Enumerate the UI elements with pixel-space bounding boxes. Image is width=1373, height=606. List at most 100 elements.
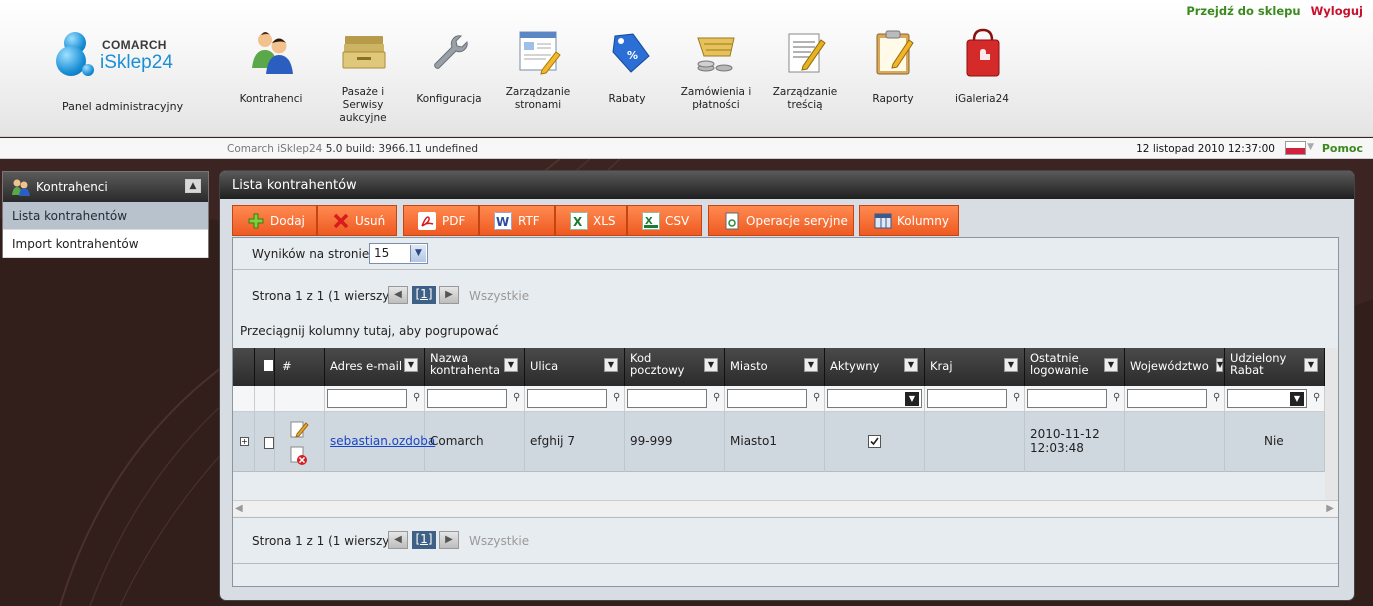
column-menu-icon[interactable]: ▼	[404, 358, 418, 372]
contractor-name: Comarch	[430, 434, 484, 448]
filter-last-login-input[interactable]	[1027, 389, 1107, 408]
contractor-email-link[interactable]: sebastian.ozdoba	[330, 434, 435, 448]
filter-icon[interactable]: ⚲	[813, 392, 822, 404]
header-city[interactable]: Miasto ▼	[725, 348, 825, 386]
export-csv-button[interactable]: X CSV	[627, 205, 702, 236]
header-name[interactable]: Nazwa kontrahenta ▼	[425, 348, 525, 386]
next-page-button[interactable]: ▶	[439, 286, 459, 304]
logout-link[interactable]: Wyloguj	[1311, 4, 1363, 18]
filter-icon[interactable]: ⚲	[1113, 392, 1122, 404]
go-to-shop-link[interactable]: Przejdź do sklepu	[1186, 4, 1300, 18]
nav-raporty[interactable]: Raporty	[853, 20, 933, 120]
export-xls-button[interactable]: X XLS	[555, 205, 627, 236]
comarch-isklep24-logo[interactable]: COMARCH iSklep24	[52, 28, 182, 86]
filter-city-input[interactable]	[727, 389, 807, 408]
current-page-link[interactable]: [1]	[412, 531, 436, 549]
help-link[interactable]: Pomoc	[1322, 142, 1363, 155]
columns-button[interactable]: Kolumny	[859, 205, 959, 236]
filter-spacer	[233, 386, 255, 412]
select-all-checkbox[interactable]	[264, 360, 273, 371]
row-checkbox[interactable]	[264, 437, 274, 449]
scroll-right-icon[interactable]: ▶	[1326, 503, 1334, 514]
discount-tag-icon: %	[612, 33, 650, 73]
nav-kontrahenci[interactable]: Kontrahenci	[231, 20, 311, 120]
filter-icon[interactable]: ⚲	[1013, 392, 1022, 404]
nav-rabaty[interactable]: % Rabaty	[587, 20, 667, 120]
column-menu-icon[interactable]: ▼	[704, 358, 718, 372]
filter-discount-select[interactable]: ▼	[1227, 389, 1307, 408]
sidebar-item-import-kontrahentow[interactable]: Import kontrahentów	[3, 230, 208, 258]
nav-pasaze-serwisy[interactable]: Pasaże i Serwisy aukcyjne	[323, 20, 403, 124]
active-checkbox-checked	[868, 435, 881, 448]
export-rtf-button[interactable]: W RTF	[479, 205, 555, 236]
language-flag-icon[interactable]	[1285, 141, 1306, 155]
column-menu-icon[interactable]: ▼	[504, 358, 518, 372]
contractor-zip: 99-999	[630, 434, 673, 448]
logo-product-text: iSklep24	[100, 52, 173, 73]
contractors-grid: # Adres e-mail ▼ Nazwa kontrahenta ▼ Uli…	[233, 348, 1325, 514]
filter-zip-input[interactable]	[627, 389, 707, 408]
column-menu-icon[interactable]: ▼	[904, 358, 918, 372]
filter-region-input[interactable]	[1127, 389, 1207, 408]
header-last-login[interactable]: Ostatnie logowanie ▼	[1025, 348, 1125, 386]
filter-active-select[interactable]: ▼	[827, 389, 922, 408]
column-menu-icon[interactable]: ▼	[1004, 358, 1018, 372]
previous-page-button[interactable]: ◀	[388, 531, 408, 549]
header-discount[interactable]: Udzielony Rabat ▼	[1225, 348, 1325, 386]
scroll-left-icon[interactable]: ◀	[235, 503, 243, 514]
horizontal-scrollbar[interactable]: ◀ ▶	[233, 500, 1338, 516]
show-all-link[interactable]: Wszystkie	[469, 534, 529, 548]
page-title: Lista kontrahentów	[220, 171, 1354, 199]
filter-city: ⚲	[725, 386, 825, 412]
column-menu-icon[interactable]: ▼	[1104, 358, 1118, 372]
batch-operations-button[interactable]: Operacje seryjne	[708, 205, 854, 236]
top-links: Przejdź do sklepu Wyloguj	[1180, 4, 1363, 18]
filter-icon[interactable]: ⚲	[413, 392, 422, 404]
next-page-button[interactable]: ▶	[439, 531, 459, 549]
show-all-link[interactable]: Wszystkie	[469, 289, 529, 303]
language-dropdown-icon[interactable]: ▼	[1307, 142, 1314, 152]
export-pdf-button[interactable]: PDF	[403, 205, 479, 236]
header-street[interactable]: Ulica ▼	[525, 348, 625, 386]
nav-igaleria24[interactable]: iGaleria24	[942, 20, 1022, 120]
filter-icon[interactable]: ⚲	[513, 392, 522, 404]
column-menu-icon[interactable]: ▼	[804, 358, 818, 372]
filter-country-input[interactable]	[927, 389, 1007, 408]
column-menu-icon[interactable]: ▼	[604, 358, 618, 372]
chevron-down-icon: ▼	[905, 392, 919, 406]
filter-icon[interactable]: ⚲	[1313, 392, 1322, 404]
filter-icon[interactable]: ⚲	[1213, 392, 1222, 404]
header-zip[interactable]: Kod pocztowy ▼	[625, 348, 725, 386]
header-active[interactable]: Aktywny ▼	[825, 348, 925, 386]
delete-button[interactable]: Usuń	[317, 205, 397, 236]
filter-street: ⚲	[525, 386, 625, 412]
table-row[interactable]: + sebastian.ozdoba Comarch efghij 7 99-9…	[233, 412, 1325, 472]
header-expand-col	[233, 348, 255, 386]
filter-icon[interactable]: ⚲	[613, 392, 622, 404]
filter-email-input[interactable]	[327, 389, 407, 408]
header-email[interactable]: Adres e-mail ▼	[325, 348, 425, 386]
filter-icon[interactable]: ⚲	[713, 392, 722, 404]
current-page-link[interactable]: [1]	[412, 286, 436, 304]
delete-row-icon[interactable]	[289, 446, 309, 466]
filter-email: ⚲	[325, 386, 425, 412]
edit-icon[interactable]	[289, 420, 309, 438]
add-button[interactable]: Dodaj	[232, 205, 317, 236]
batch-document-icon	[725, 212, 739, 230]
nav-zarzadzanie-trescia[interactable]: Zarządzanie treścią	[765, 20, 845, 120]
header-country[interactable]: Kraj ▼	[925, 348, 1025, 386]
page-size-select[interactable]: 15 ▼	[369, 243, 428, 264]
column-menu-icon[interactable]: ▼	[1216, 358, 1223, 372]
nav-zarzadzanie-stronami[interactable]: Zarządzanie stronami	[498, 20, 578, 120]
previous-page-button[interactable]: ◀	[388, 286, 408, 304]
header-region[interactable]: Województwo ▼	[1125, 348, 1225, 386]
column-menu-icon[interactable]: ▼	[1304, 358, 1318, 372]
nav-zamowienia-platnosci[interactable]: Zamówienia i płatności	[676, 20, 756, 120]
sidebar-item-lista-kontrahentow[interactable]: Lista kontrahentów	[3, 202, 208, 230]
nav-konfiguracja[interactable]: Konfiguracja	[409, 20, 489, 120]
filter-street-input[interactable]	[527, 389, 607, 408]
shopping-bag-icon	[966, 28, 1000, 77]
expand-row-icon[interactable]: +	[240, 437, 249, 446]
sidebar-collapse-button[interactable]: ▲	[185, 179, 201, 193]
filter-name-input[interactable]	[427, 389, 507, 408]
